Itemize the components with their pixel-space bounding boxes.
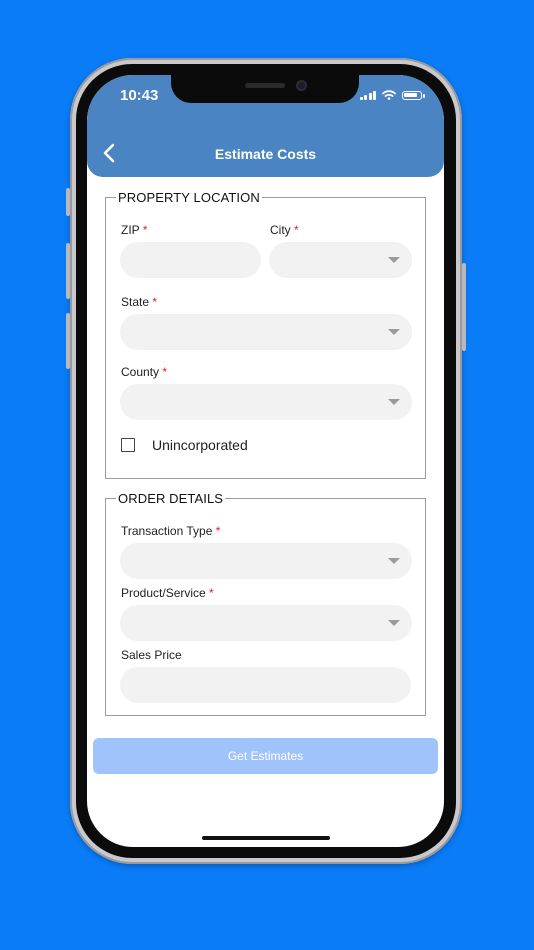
app-header: 10:43 Estimate Costs [87,75,444,177]
app-screen: 10:43 Estimate Costs PROPERTY LOCATION Z… [87,75,444,847]
status-icons [359,90,425,100]
city-label: City * [270,223,299,237]
mute-switch [66,188,70,216]
home-indicator [202,836,330,840]
chevron-down-icon [388,329,400,335]
property-location-legend: PROPERTY LOCATION [116,190,262,205]
city-select[interactable] [269,242,412,278]
battery-icon [402,91,425,100]
transaction-type-label: Transaction Type * [121,524,221,538]
chevron-down-icon [388,257,400,263]
sales-price-label: Sales Price [121,648,182,662]
chevron-down-icon [388,620,400,626]
notch [171,75,359,103]
state-select[interactable] [120,314,412,350]
county-select[interactable] [120,384,412,420]
county-label: County * [121,365,168,379]
unincorporated-label: Unincorporated [152,437,248,453]
cellular-signal-icon [359,91,376,100]
state-label: State * [121,295,158,309]
chevron-down-icon [388,399,400,405]
zip-label: ZIP * [121,223,148,237]
front-camera [296,80,307,91]
volume-down-button [66,313,70,369]
chevron-down-icon [388,558,400,564]
order-details-legend: ORDER DETAILS [116,491,226,506]
status-time: 10:43 [120,87,159,104]
sales-price-input[interactable] [120,667,411,703]
product-service-label: Product/Service * [121,586,214,600]
page-title: Estimate Costs [214,146,317,162]
wifi-icon [382,90,396,100]
volume-up-button [66,243,70,299]
unincorporated-checkbox[interactable] [121,438,135,452]
earpiece-speaker [245,83,285,88]
zip-input[interactable] [120,242,261,278]
power-button [462,263,466,351]
get-estimates-button[interactable]: Get Estimates [93,738,438,774]
product-service-select[interactable] [120,605,412,641]
phone-frame: 10:43 Estimate Costs PROPERTY LOCATION Z… [66,58,466,864]
transaction-type-select[interactable] [120,543,412,579]
